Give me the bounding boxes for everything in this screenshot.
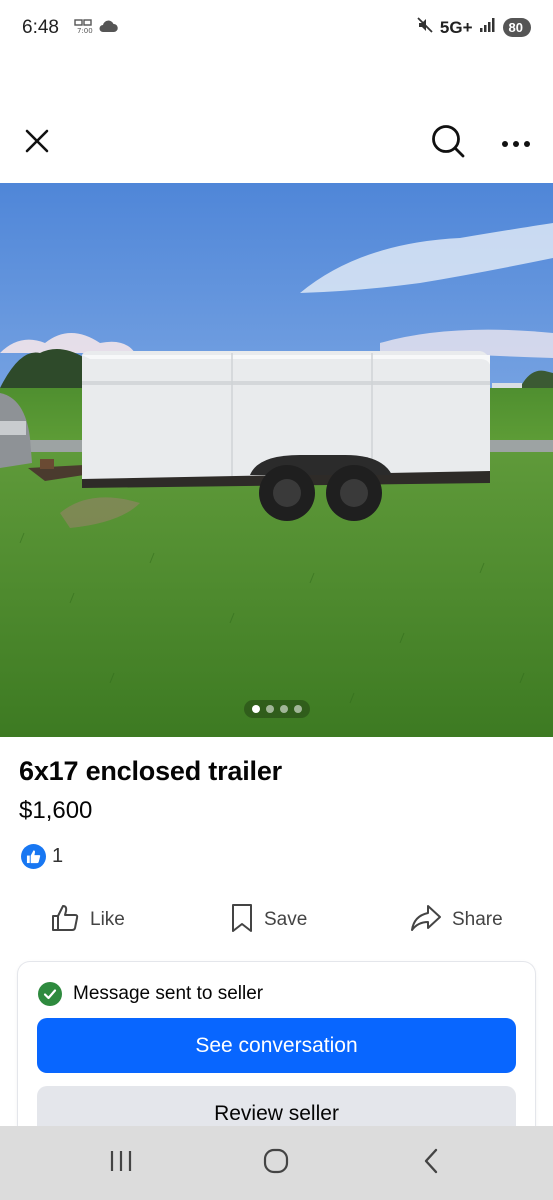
close-icon bbox=[23, 127, 51, 160]
listing-price: $1,600 bbox=[19, 797, 93, 824]
svg-text:7:00: 7:00 bbox=[77, 27, 93, 34]
home-button[interactable] bbox=[256, 1146, 296, 1180]
back-icon bbox=[420, 1147, 442, 1180]
action-row: Like Save Share bbox=[0, 896, 553, 944]
network-label: 5G+ bbox=[439, 17, 473, 37]
search-icon bbox=[430, 123, 466, 164]
system-navigation-bar bbox=[0, 1126, 553, 1200]
status-bar: 6:48 7:00 5G+ 80 bbox=[0, 0, 553, 58]
share-label: Share bbox=[452, 909, 503, 930]
home-icon bbox=[262, 1147, 290, 1180]
see-conversation-button[interactable]: See conversation bbox=[37, 1018, 516, 1073]
signal-icon bbox=[479, 17, 497, 38]
back-button[interactable] bbox=[411, 1146, 451, 1180]
listing-photo-image bbox=[0, 183, 553, 737]
recents-button[interactable] bbox=[101, 1146, 141, 1180]
message-status-row: Message sent to seller bbox=[38, 982, 263, 1006]
save-button[interactable]: Save bbox=[230, 896, 307, 944]
like-label: Like bbox=[90, 909, 125, 930]
more-options-button[interactable] bbox=[496, 124, 536, 164]
recents-icon bbox=[108, 1149, 134, 1178]
pager-dot bbox=[280, 705, 288, 713]
message-status-text: Message sent to seller bbox=[73, 983, 264, 1004]
search-button[interactable] bbox=[428, 123, 468, 163]
cloud-icon bbox=[98, 19, 118, 38]
mute-icon bbox=[416, 16, 434, 39]
notification-icon: 7:00 bbox=[74, 18, 94, 39]
share-icon bbox=[410, 903, 442, 938]
like-count: 1 bbox=[52, 845, 64, 867]
like-reaction-icon bbox=[21, 844, 46, 869]
more-icon bbox=[501, 135, 531, 153]
close-button[interactable] bbox=[18, 124, 56, 162]
check-circle-icon bbox=[38, 982, 62, 1006]
bookmark-icon bbox=[230, 903, 254, 938]
top-app-bar bbox=[0, 110, 553, 180]
pager-dot bbox=[294, 705, 302, 713]
share-button[interactable]: Share bbox=[410, 896, 503, 944]
listing-photo[interactable] bbox=[0, 183, 553, 737]
status-time: 6:48 bbox=[22, 17, 59, 38]
photo-pager bbox=[244, 700, 310, 718]
save-label: Save bbox=[264, 909, 308, 930]
status-left-icons: 7:00 bbox=[74, 18, 118, 39]
reactions-summary[interactable]: 1 bbox=[21, 844, 63, 869]
status-right-icons: 5G+ 80 bbox=[416, 16, 531, 39]
battery-icon: 80 bbox=[502, 18, 531, 37]
message-sent-card: Message sent to seller See conversation … bbox=[18, 962, 535, 1142]
pager-dot bbox=[266, 705, 274, 713]
like-button[interactable]: Like bbox=[50, 896, 125, 944]
thumbs-up-icon bbox=[50, 903, 80, 938]
pager-dot-active bbox=[252, 705, 260, 713]
listing-title: 6x17 enclosed trailer bbox=[19, 756, 282, 786]
